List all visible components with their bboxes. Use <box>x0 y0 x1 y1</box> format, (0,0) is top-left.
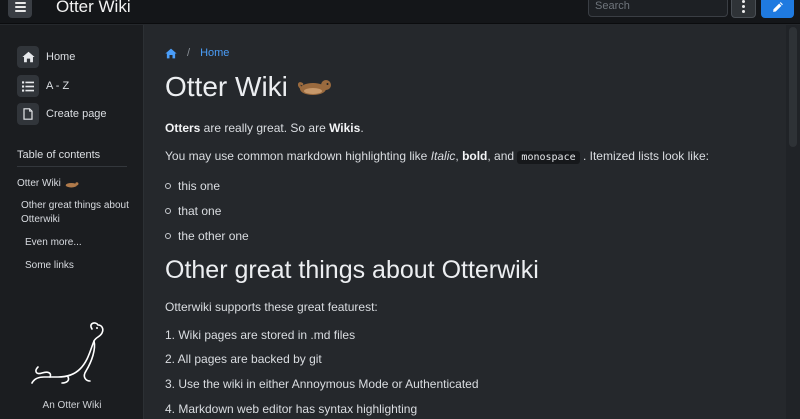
scrollbar[interactable] <box>786 25 800 419</box>
hamburger-icon <box>14 0 26 14</box>
breadcrumb: / Home <box>165 47 229 59</box>
toc-heading: Table of contents <box>17 149 101 161</box>
main-content: / Home Otter Wiki Otters are really grea… <box>145 25 785 419</box>
sidebar-footer: An Otter Wiki <box>42 400 102 411</box>
bold-otters: Otters <box>165 121 201 135</box>
sidebar-item-home[interactable]: Home <box>17 46 75 68</box>
list-item-text: the other one <box>178 229 249 243</box>
intro-paragraph: Otters are really great. So are Wikis. <box>165 121 364 135</box>
file-icon <box>17 103 39 125</box>
top-navbar: Otter Wiki <box>0 0 800 24</box>
breadcrumb-separator: / <box>187 47 191 59</box>
scrollbar-thumb[interactable] <box>789 27 797 147</box>
pencil-icon <box>772 1 783 12</box>
list-item: that one <box>165 204 221 218</box>
list-item-text: this one <box>178 179 221 193</box>
text: You may use common markdown highlighting… <box>165 149 431 163</box>
otter-emoji-icon <box>297 80 331 95</box>
list-item: 3. Use the wiki in either Annoymous Mode… <box>165 377 479 391</box>
toc-link-even-more[interactable]: Even more... <box>25 236 82 250</box>
toc-link-some-links[interactable]: Some links <box>25 259 74 273</box>
italic-text: Italic <box>430 149 456 163</box>
bullet-icon <box>165 233 171 239</box>
supports-paragraph: Otterwiki supports these great featurest… <box>165 300 378 314</box>
sidebar-item-create-page[interactable]: Create page <box>17 103 107 125</box>
list-icon <box>17 75 39 97</box>
brand-title[interactable]: Otter Wiki <box>56 0 131 17</box>
vertical-dots-icon <box>742 0 745 3</box>
bold-wikis: Wikis <box>329 121 361 135</box>
sidebar-toggle-button[interactable] <box>8 0 32 18</box>
page-title-text: Otter Wiki <box>165 71 288 102</box>
page-title: Otter Wiki <box>165 71 332 103</box>
list-item: 2. All pages are backed by git <box>165 352 322 366</box>
text: , and <box>487 149 518 163</box>
list-item: this one <box>165 179 220 193</box>
bullet-icon <box>165 208 171 214</box>
list-item: 1. Wiki pages are stored in .md files <box>165 328 356 342</box>
search-input[interactable] <box>588 0 728 17</box>
section-heading: Other great things about Otterwiki <box>165 256 539 284</box>
otter-icon <box>65 181 79 187</box>
bold-text: bold <box>462 149 488 163</box>
list-item: the other one <box>165 229 249 243</box>
toc-divider <box>17 166 127 167</box>
text: . Itemized lists look like: <box>579 149 709 163</box>
toc-link-other-great-things[interactable]: Other great things about Otterwiki <box>21 199 139 227</box>
text: . <box>360 121 364 135</box>
bullet-icon <box>165 183 171 189</box>
edit-page-button[interactable] <box>761 0 794 18</box>
otter-logo-icon <box>31 322 104 384</box>
sidebar-item-a-z[interactable]: A - Z <box>17 75 69 97</box>
list-item: 4. Markdown web editor has syntax highli… <box>165 402 418 416</box>
sidebar-item-label: Create page <box>46 108 107 120</box>
home-icon <box>17 46 39 68</box>
sidebar: Home A - Z Create page Table of contents… <box>0 25 144 419</box>
toc-link-label: Otter Wiki <box>17 178 61 189</box>
home-icon[interactable] <box>165 48 177 59</box>
list-item-text: that one <box>178 204 222 218</box>
breadcrumb-home-link[interactable]: Home <box>200 47 229 59</box>
markdown-paragraph: You may use common markdown highlighting… <box>165 149 709 164</box>
text: are really great. So are <box>200 121 330 135</box>
toc-link-otter-wiki[interactable]: Otter Wiki <box>17 177 79 191</box>
sidebar-item-label: A - Z <box>46 80 70 92</box>
sidebar-item-label: Home <box>46 51 76 63</box>
monospace-text: monospace <box>517 151 580 164</box>
more-options-button[interactable] <box>731 0 756 18</box>
